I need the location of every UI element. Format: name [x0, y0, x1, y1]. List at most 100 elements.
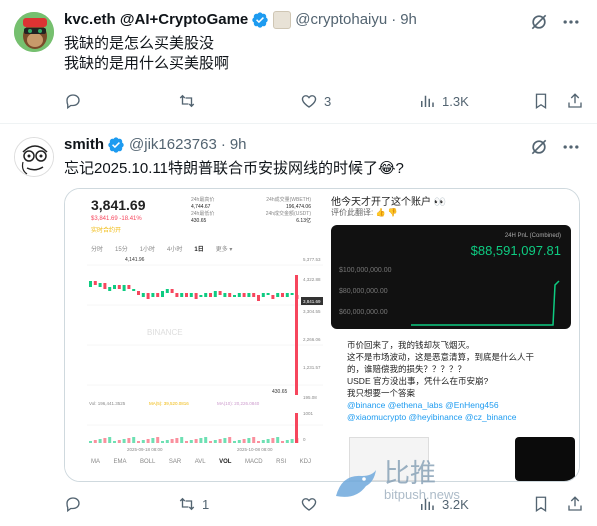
- like-button[interactable]: 3: [300, 92, 331, 110]
- more-options-icon[interactable]: [561, 137, 581, 157]
- media-image-binance-chart[interactable]: 3,841.69 $3,841.69 -18.41% 实时合约开 24h最高价 2…: [65, 189, 323, 481]
- volume-bar: [180, 437, 184, 443]
- timeframe-tab-active[interactable]: 1日: [194, 244, 203, 253]
- bookmark-button[interactable]: [532, 495, 550, 513]
- tweet-kvc[interactable]: kvc.eth @AI+CryptoGame @cryptohaiyu · 9h…: [0, 0, 597, 124]
- high-label: 4,141.96: [125, 257, 145, 263]
- volume-bar: [137, 441, 140, 443]
- handle[interactable]: @jik1623763: [129, 135, 217, 155]
- indicator-tab[interactable]: MACD: [245, 459, 263, 465]
- volume-bar: [199, 438, 203, 443]
- volume-bar: [93, 440, 97, 443]
- views-button[interactable]: 1.3K: [418, 92, 469, 110]
- candle: [271, 295, 275, 299]
- timeframe-tab[interactable]: 更多 ▾: [216, 244, 233, 253]
- reply-button[interactable]: [64, 92, 88, 110]
- timestamp[interactable]: 9h: [230, 135, 247, 155]
- avatar[interactable]: [14, 12, 54, 52]
- indicator-tab-active[interactable]: VOL: [219, 459, 231, 465]
- volume-bar: [175, 438, 179, 443]
- display-name[interactable]: kvc.eth @AI+CryptoGame: [64, 10, 248, 30]
- chat-line: 我只想要一个答案: [347, 388, 416, 398]
- indicator-tab[interactable]: MA: [91, 459, 100, 465]
- timeframe-tab[interactable]: 分时: [91, 244, 103, 253]
- like-button[interactable]: [300, 495, 324, 513]
- candle: [252, 293, 256, 297]
- candle: [223, 293, 227, 297]
- handle[interactable]: @cryptohaiyu: [295, 10, 387, 30]
- volume-bar: [213, 440, 217, 443]
- display-name[interactable]: smith: [64, 135, 104, 155]
- chat-mentions: @xiaomucrypto @heyibinance @cz_binance: [347, 412, 517, 422]
- candle: [185, 293, 188, 297]
- media-grid[interactable]: 3,841.69 $3,841.69 -18.41% 实时合约开 24h最高价 2…: [64, 188, 580, 482]
- volume-bar: [141, 440, 145, 443]
- indicator-tab[interactable]: KDJ: [300, 459, 311, 465]
- reply-icon: [66, 94, 80, 110]
- tweet-smith[interactable]: smith @jik1623763 · 9h 忘记2025.10.11特朗普联合…: [0, 125, 597, 526]
- tweet-text: 我缺的是怎么买美股没 我缺的是用什么买美股啊: [64, 34, 581, 74]
- volume-bar: [189, 440, 193, 443]
- reply-button[interactable]: [64, 495, 88, 513]
- timestamp[interactable]: 9h: [400, 10, 417, 30]
- volume-bar: [122, 439, 126, 443]
- candle: [194, 293, 198, 299]
- media-image-pnl[interactable]: 他今天才开了这个账户 👀 评价此翻译: 👍 👎 24H PnL (Combine…: [325, 189, 579, 333]
- timeframe-tab[interactable]: 4小时: [167, 244, 182, 253]
- indicator-tab[interactable]: RSI: [276, 459, 286, 465]
- indicator-tab[interactable]: BOLL: [140, 459, 155, 465]
- volume-bar: [266, 439, 270, 443]
- grok-icon[interactable]: [529, 12, 549, 32]
- candle: [276, 293, 280, 297]
- stat-value: 4,744.67: [191, 204, 211, 210]
- indicator-tab[interactable]: EMA: [114, 459, 127, 465]
- candle: [261, 293, 265, 297]
- watermark-text: 比推: [384, 458, 437, 488]
- tweet-text: 忘记2025.10.11特朗普联合币安拔网线的时候了😂?: [64, 160, 404, 177]
- timeframe-tab[interactable]: 1小时: [140, 244, 155, 253]
- timeframe-tab[interactable]: 15分: [115, 244, 128, 253]
- views-button[interactable]: 3.2K: [418, 495, 469, 513]
- stat-label: 24h成交量(WBETH): [266, 197, 311, 203]
- pnl-line: [411, 280, 560, 326]
- candle: [103, 283, 107, 289]
- crash-volume-bar: [295, 413, 298, 443]
- indicator-tab[interactable]: AVL: [195, 459, 206, 465]
- chat-text: 币价回来了，我的钱却灰飞烟灭。 这不是市场波动，这是恶意清算，到底是什么人干 的…: [347, 339, 575, 423]
- candle: [137, 291, 140, 295]
- verified-badge-icon: [252, 12, 268, 28]
- candle: [209, 293, 212, 297]
- retweet-icon: [179, 497, 195, 511]
- volume-bar: [127, 438, 131, 443]
- bookmark-icon: [535, 93, 547, 110]
- share-button[interactable]: [566, 495, 584, 513]
- stat-value: 6.13亿: [296, 218, 311, 224]
- candle: [237, 293, 241, 297]
- retweet-button[interactable]: 1: [178, 495, 209, 513]
- volume-bars: [89, 413, 299, 443]
- candle: [189, 293, 193, 297]
- y-tick: 2,266.06: [303, 337, 321, 342]
- grok-icon[interactable]: [529, 137, 549, 157]
- avatar-ape-icon: [14, 12, 54, 52]
- share-button[interactable]: [566, 92, 584, 110]
- pnl-caption: 他今天才开了这个账户 👀: [331, 197, 447, 208]
- candle: [290, 293, 294, 295]
- volume-bar: [156, 437, 160, 443]
- stat-value: 430.65: [191, 218, 207, 224]
- avatar[interactable]: [14, 137, 54, 177]
- stat-value: 196,474.06: [285, 204, 311, 210]
- bookmark-button[interactable]: [532, 92, 550, 110]
- indicator-tab[interactable]: SAR: [169, 459, 181, 465]
- candle: [108, 287, 112, 291]
- like-count: 3: [324, 93, 332, 109]
- y-tick: 195.08: [303, 395, 317, 400]
- more-options-icon[interactable]: [561, 12, 581, 32]
- retweet-count: 1: [202, 496, 210, 512]
- retweet-button[interactable]: [178, 92, 202, 110]
- volume-bar: [209, 441, 212, 443]
- crash-candle: [295, 275, 298, 395]
- candle: [213, 291, 217, 297]
- chat-line: USDE 官方没出事，凭什么在币安崩?: [347, 376, 489, 386]
- volume-bar: [257, 441, 260, 443]
